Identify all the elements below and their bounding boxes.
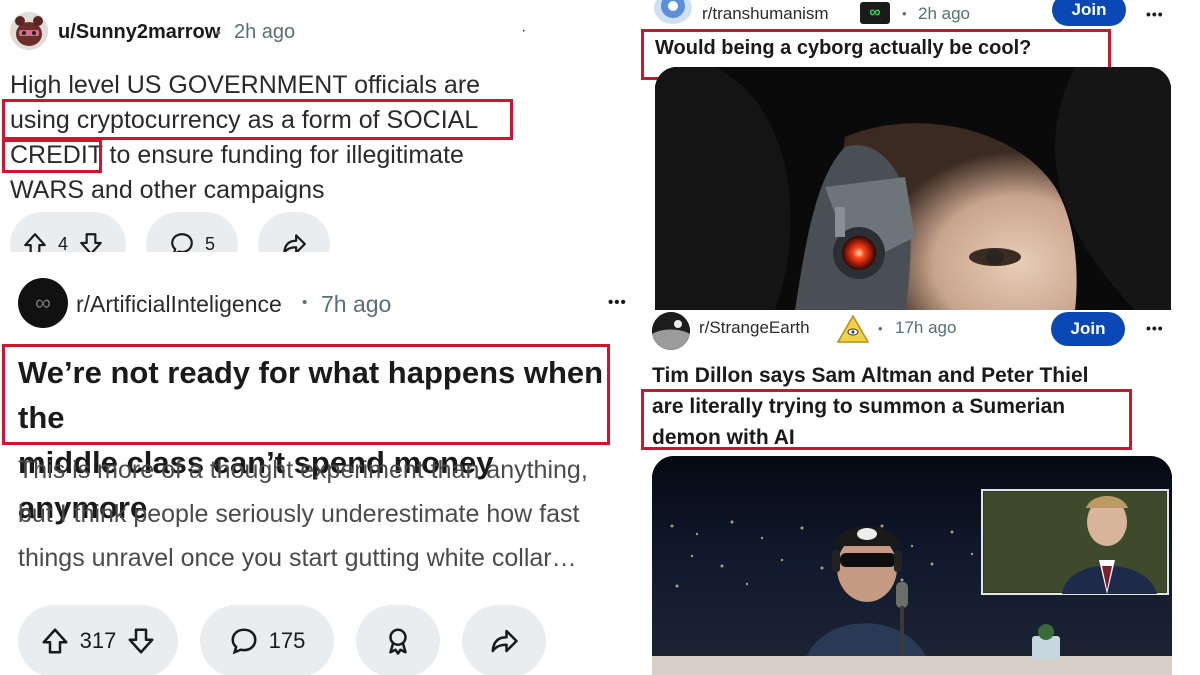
share-icon <box>491 629 518 653</box>
meta-separator: • <box>902 6 907 21</box>
meta-separator: • <box>216 24 221 40</box>
post-time: 7h ago <box>321 291 392 317</box>
award-button[interactable] <box>356 605 440 675</box>
comment-icon <box>171 233 193 252</box>
post-image-cyborg[interactable] <box>655 67 1171 310</box>
pyramid-badge-icon <box>836 314 870 344</box>
downvote-icon[interactable] <box>78 231 104 252</box>
vote-count: 317 <box>79 628 117 653</box>
subreddit-icon[interactable] <box>652 312 690 350</box>
title-line-1: High level US GOVERNMENT officials are <box>10 71 481 99</box>
downvote-icon[interactable] <box>126 626 156 656</box>
post-card-artificialinteligence: ∞ r/ArtificialInteligence • 7h ago ••• W… <box>0 252 640 675</box>
highlight-box-title <box>641 389 1132 450</box>
body-line-2: but I think people seriously underestima… <box>18 500 580 528</box>
upvote-icon[interactable] <box>22 231 48 252</box>
infinity-icon: ∞ <box>35 290 51 315</box>
post-card-strangeearth: r/StrangeEarth • 17h ago Join ••• Tim Di… <box>640 310 1200 675</box>
body-line-1: This is more of a thought experiment tha… <box>18 456 588 484</box>
post-image-podcast[interactable] <box>652 456 1172 675</box>
overflow-menu-icon[interactable]: ••• <box>1146 6 1164 22</box>
post-card-transhumanism: r/transhumanism ∞ • 2h ago Join ••• Woul… <box>640 0 1200 310</box>
comment-count: 175 <box>268 628 306 653</box>
overflow-menu-icon[interactable]: ••• <box>608 294 627 311</box>
stray-mark: · <box>521 22 527 39</box>
join-button[interactable]: Join <box>1052 0 1126 26</box>
vote-bar: 317 <box>18 605 178 675</box>
community-badge: ∞ <box>860 2 890 24</box>
post-time: 2h ago <box>918 4 970 23</box>
highlight-box-title <box>2 344 610 445</box>
post-card-sunny2marrow: u/Sunny2marrow • 2h ago · High level US … <box>0 0 600 252</box>
title-line-4: WARS and other campaigns <box>10 176 325 204</box>
comments-button[interactable]: 5 <box>146 212 238 252</box>
infinity-icon: ∞ <box>869 4 881 21</box>
share-button[interactable] <box>462 605 546 675</box>
comment-icon <box>231 628 257 655</box>
body-line-3: things unravel once you start gutting wh… <box>18 544 577 572</box>
meta-separator: • <box>302 294 308 311</box>
post-body: This is more of a thought experiment tha… <box>18 448 638 580</box>
post-time: 2h ago <box>234 21 296 43</box>
vote-bar: 4 <box>10 212 126 252</box>
subreddit-name[interactable]: r/StrangeEarth <box>699 318 810 338</box>
user-avatar[interactable] <box>10 12 48 50</box>
share-icon <box>283 234 306 252</box>
title-line-1: Tim Dillon says Sam Altman and Peter Thi… <box>652 364 1089 387</box>
title-line-3-rest: to ensure funding for illegitimate <box>102 141 464 169</box>
upvote-icon[interactable] <box>40 626 70 656</box>
subreddit-name[interactable]: r/ArtificialInteligence <box>76 291 282 318</box>
overflow-menu-icon[interactable]: ••• <box>1146 320 1164 336</box>
join-button[interactable]: Join <box>1051 312 1125 346</box>
share-button[interactable] <box>258 212 330 252</box>
highlight-box-credit <box>2 139 102 173</box>
highlight-box-crypto <box>2 99 513 140</box>
vote-count: 4 <box>58 233 69 253</box>
subreddit-icon[interactable] <box>654 0 692 24</box>
meta-separator: • <box>878 321 883 336</box>
subreddit-icon[interactable]: ∞ <box>18 278 68 328</box>
post-time: 17h ago <box>895 318 957 337</box>
comment-count: 5 <box>204 233 215 253</box>
author-name[interactable]: u/Sunny2marrow <box>58 21 220 44</box>
comments-button[interactable]: 175 <box>200 605 334 675</box>
subreddit-name[interactable]: r/transhumanism <box>702 4 829 24</box>
award-icon <box>389 628 407 655</box>
